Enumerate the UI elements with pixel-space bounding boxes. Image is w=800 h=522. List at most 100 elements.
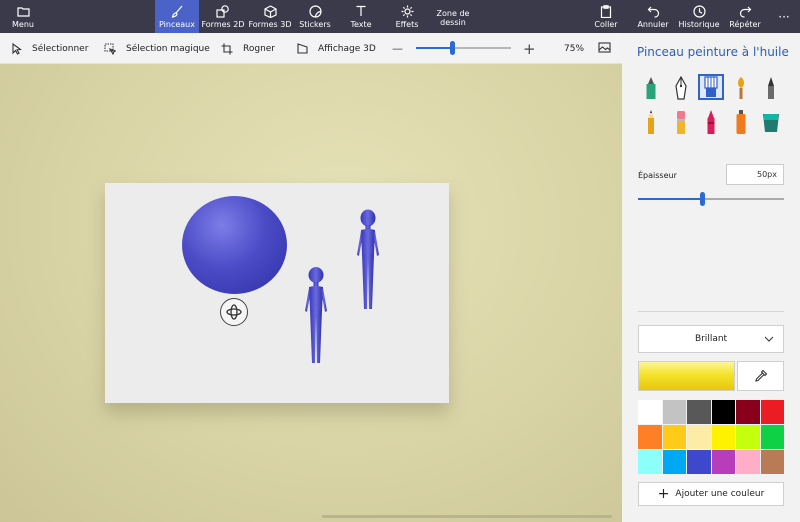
image-view-icon <box>598 42 611 53</box>
view-3d-button[interactable]: Affichage 3D <box>297 33 376 64</box>
select-label: Sélectionner <box>32 43 89 54</box>
rotate-handle[interactable] <box>220 298 248 326</box>
tab-label: Stickers <box>299 20 331 29</box>
brush-crayon[interactable] <box>698 109 724 135</box>
canvas-workspace[interactable] <box>0 64 622 522</box>
eyedropper-icon <box>754 369 767 382</box>
color-swatch[interactable] <box>711 425 735 449</box>
add-color-button[interactable]: + Ajouter une couleur <box>638 482 784 506</box>
brush-marker[interactable] <box>638 75 664 101</box>
redo-button[interactable]: Répéter <box>726 0 764 33</box>
brush-oil[interactable] <box>698 74 724 100</box>
calligraphy-pen-icon <box>675 76 687 100</box>
thickness-label: Épaisseur <box>638 171 677 180</box>
color-swatch[interactable] <box>711 450 735 474</box>
rotate-icon <box>226 304 242 320</box>
tab-shapes-2d[interactable]: Formes 2D <box>200 0 246 33</box>
tab-text[interactable]: Texte <box>340 0 382 33</box>
fill-bucket-icon <box>763 114 779 132</box>
brush-watercolor[interactable] <box>728 75 754 101</box>
color-swatch[interactable] <box>687 400 711 424</box>
zoom-in-button[interactable]: + <box>523 33 536 64</box>
marker-icon <box>646 77 656 99</box>
plus-icon: + <box>657 486 670 502</box>
shapes-2d-icon <box>216 4 230 18</box>
view-options-button[interactable] <box>598 33 611 64</box>
brush-pencil[interactable] <box>638 109 664 135</box>
color-swatch[interactable] <box>638 400 662 424</box>
color-swatch[interactable] <box>711 400 735 424</box>
brush-panel: Pinceau peinture à l'huile Épaisseur 50p… <box>622 33 800 522</box>
zoom-slider-fill <box>416 47 452 49</box>
color-swatch[interactable] <box>687 450 711 474</box>
brush-calligraphy[interactable] <box>668 75 694 101</box>
tab-effects[interactable]: Effets <box>386 0 428 33</box>
chevron-down-icon <box>764 336 774 342</box>
undo-button[interactable]: Annuler <box>634 0 672 33</box>
tab-stickers[interactable]: Stickers <box>294 0 336 33</box>
thickness-slider[interactable] <box>638 192 784 206</box>
history-icon <box>692 4 706 18</box>
tab-label: Texte <box>350 20 372 29</box>
3d-figure-front[interactable] <box>300 266 332 366</box>
tab-brushes[interactable]: Pinceaux <box>155 0 199 33</box>
panel-divider <box>638 311 784 312</box>
brush-spray-can[interactable] <box>728 109 754 135</box>
cube-icon <box>263 4 277 18</box>
more-options-button[interactable]: ··· <box>772 0 796 33</box>
color-swatch[interactable] <box>662 400 686 424</box>
color-swatch[interactable] <box>662 425 686 449</box>
tab-canvas[interactable]: Zone de dessin <box>430 0 476 33</box>
color-swatch[interactable] <box>638 450 662 474</box>
zoom-slider[interactable] <box>416 41 511 55</box>
zoom-slider-thumb[interactable] <box>450 41 455 55</box>
brush-icon <box>171 4 184 18</box>
pixel-pen-icon <box>768 77 774 99</box>
zoom-out-button[interactable]: — <box>392 33 403 64</box>
magic-select-button[interactable]: Sélection magique <box>104 33 210 64</box>
finish-dropdown-label: Brillant <box>694 334 728 344</box>
magic-select-label: Sélection magique <box>126 43 210 54</box>
color-swatch[interactable] <box>638 425 662 449</box>
paste-label: Coller <box>594 20 618 29</box>
select-button[interactable]: Sélectionner <box>12 33 88 64</box>
panel-title: Pinceau peinture à l'huile <box>637 45 789 59</box>
color-swatch[interactable] <box>736 425 760 449</box>
color-swatch[interactable] <box>760 450 784 474</box>
thickness-slider-thumb[interactable] <box>700 192 705 206</box>
crop-icon <box>221 43 233 54</box>
crop-label: Rogner <box>243 43 276 54</box>
eyedropper-button[interactable] <box>737 361 784 391</box>
tab-label: Pinceaux <box>159 20 195 29</box>
sticker-icon <box>308 4 322 18</box>
color-swatch[interactable] <box>760 400 784 424</box>
color-swatch[interactable] <box>687 425 711 449</box>
menu-button[interactable]: Menu <box>0 0 46 33</box>
folder-icon <box>16 4 30 18</box>
horizontal-scrollbar[interactable] <box>322 515 612 518</box>
tab-label: Effets <box>395 20 419 29</box>
tab-shapes-3d[interactable]: Formes 3D <box>248 0 292 33</box>
sun-icon <box>401 4 414 18</box>
color-swatch[interactable] <box>760 425 784 449</box>
color-swatch[interactable] <box>662 450 686 474</box>
history-button[interactable]: Historique <box>676 0 722 33</box>
3d-sphere-object[interactable] <box>182 196 287 294</box>
paste-button[interactable]: Coller <box>588 0 624 33</box>
top-toolbar: Menu Pinceaux Formes 2D Formes 3D Sticke… <box>0 0 800 33</box>
3d-figure-back[interactable] <box>353 209 383 311</box>
thickness-slider-fill <box>638 198 702 200</box>
current-color-swatch[interactable] <box>638 361 735 391</box>
crop-button[interactable]: Rogner <box>221 33 275 64</box>
brush-pixel-pen[interactable] <box>758 75 784 101</box>
finish-dropdown[interactable]: Brillant <box>638 325 784 353</box>
color-swatch[interactable] <box>736 450 760 474</box>
tab-label: Formes 3D <box>248 20 292 29</box>
color-swatch[interactable] <box>736 400 760 424</box>
brush-fill-bucket[interactable] <box>758 109 784 135</box>
drawing-canvas[interactable] <box>105 183 449 403</box>
brush-eraser[interactable] <box>668 109 694 135</box>
history-label: Historique <box>678 20 720 29</box>
zoom-percent[interactable]: 75% <box>564 33 584 64</box>
thickness-input[interactable]: 50px <box>726 164 784 185</box>
